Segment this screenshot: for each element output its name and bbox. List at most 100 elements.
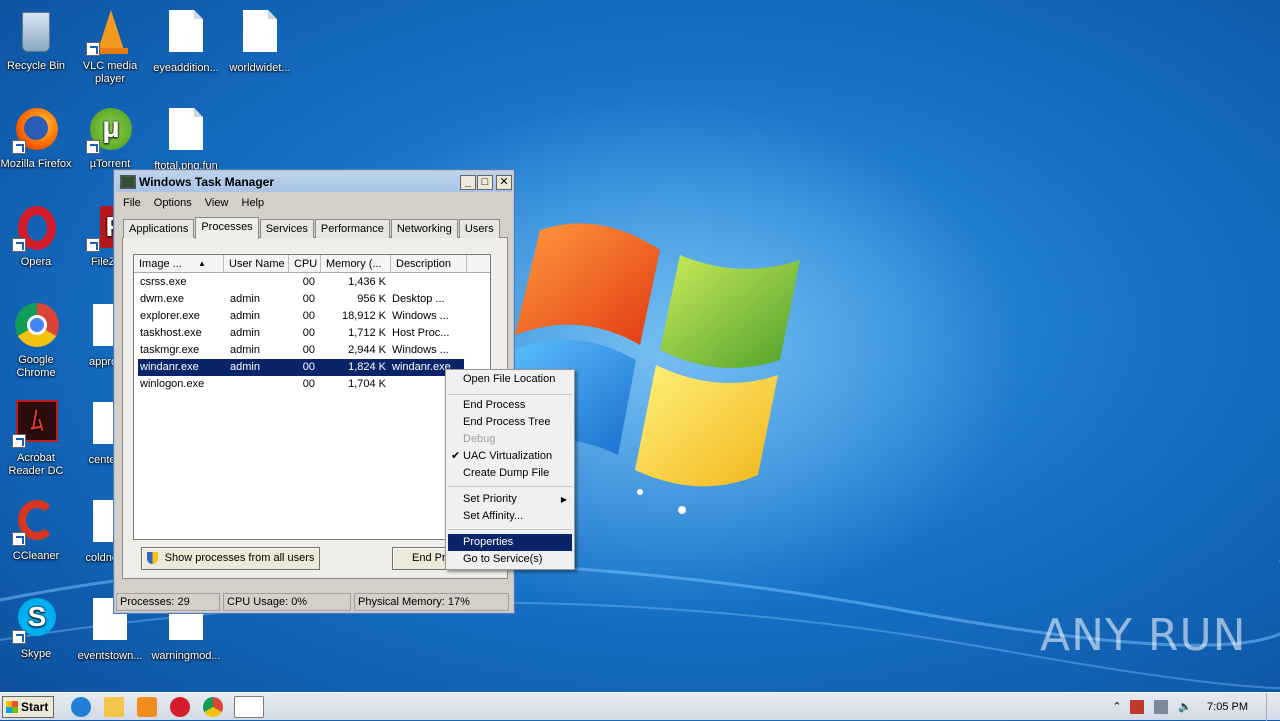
chrome-icon xyxy=(12,302,60,350)
column-user-name[interactable]: User Name xyxy=(224,255,289,273)
recycle-bin-icon xyxy=(12,8,60,56)
clock[interactable]: 7:05 PM xyxy=(1207,693,1248,721)
cell-mem: 1,824 K xyxy=(348,361,386,373)
file-icon xyxy=(236,10,284,58)
maximize-button[interactable]: □ xyxy=(477,175,493,190)
menu-properties[interactable]: Properties xyxy=(448,534,572,551)
cell-desc: Windows ... xyxy=(392,310,449,322)
desktop-icon-firefox[interactable]: Mozilla Firefox xyxy=(0,106,74,171)
cell-cpu: 00 xyxy=(302,361,315,373)
cell-cpu: 00 xyxy=(302,276,315,288)
desktop-icon-skype[interactable]: S Skype xyxy=(0,596,74,661)
table-row[interactable]: csrss.exe 00 1,436 K xyxy=(138,274,464,291)
menu-separator xyxy=(448,486,572,487)
desktop-icon-acrobat[interactable]: ﾑ Acrobat Reader DC xyxy=(0,400,74,478)
cell-image: winlogon.exe xyxy=(140,378,205,390)
cell-image: dwm.exe xyxy=(140,293,185,305)
table-row[interactable]: dwm.exe admin 00 956 K Desktop ... xyxy=(138,291,464,308)
table-row[interactable]: explorer.exe admin 00 18,912 K Windows ... xyxy=(138,308,464,325)
opera-icon xyxy=(12,204,60,252)
menu-set-priority[interactable]: Set Priority ▶ xyxy=(448,491,572,508)
table-row[interactable]: taskhost.exe admin 00 1,712 K Host Proc... xyxy=(138,325,464,342)
menu-uac-virtualization[interactable]: ✔ UAC Virtualization xyxy=(448,448,572,465)
uac-shield-icon xyxy=(146,552,158,565)
desktop-icon-vlc[interactable]: VLC media player xyxy=(72,8,148,86)
column-memory[interactable]: Memory (... xyxy=(321,255,391,273)
desktop-icon-utorrent[interactable]: µ µTorrent xyxy=(72,106,148,171)
status-bar: Processes: 29 CPU Usage: 0% Physical Mem… xyxy=(116,593,512,611)
volume-icon[interactable]: 🔈 xyxy=(1178,700,1192,714)
tab-applications[interactable]: Applications xyxy=(123,219,195,238)
desktop-icon-ftotal[interactable]: ftotal.png.fun xyxy=(148,106,224,173)
utorrent-icon: µ xyxy=(86,106,134,154)
cell-mem: 1,712 K xyxy=(348,327,386,339)
menu-file[interactable]: File xyxy=(118,194,146,212)
column-cpu[interactable]: CPU xyxy=(289,255,321,273)
action-center-flag-icon[interactable] xyxy=(1130,700,1144,714)
status-physical-memory: Physical Memory: 17% xyxy=(354,593,509,611)
show-desktop-button[interactable] xyxy=(1266,693,1280,721)
anyrun-watermark: ANY RUN xyxy=(1040,610,1247,661)
column-description[interactable]: Description xyxy=(391,255,467,273)
cell-user: admin xyxy=(230,361,260,373)
menu-end-process-tree[interactable]: End Process Tree xyxy=(448,414,572,431)
menu-create-dump-file[interactable]: Create Dump File xyxy=(448,465,572,482)
window-title: Windows Task Manager xyxy=(139,175,275,189)
menu-open-file-location[interactable]: Open File Location xyxy=(448,371,572,388)
desktop-icon-opera[interactable]: Opera xyxy=(0,204,74,269)
opera-taskbar-icon[interactable] xyxy=(170,697,190,717)
tab-services[interactable]: Services xyxy=(259,219,314,238)
minimize-button[interactable]: _ xyxy=(460,175,476,190)
cell-cpu: 00 xyxy=(302,344,315,356)
menu-debug: Debug xyxy=(463,433,496,445)
taskbar: Start ⌃ 🔈 7:05 PM xyxy=(0,692,1280,721)
network-icon[interactable] xyxy=(1154,700,1168,714)
tab-performance[interactable]: Performance xyxy=(314,219,390,238)
menu-help[interactable]: Help xyxy=(237,194,270,212)
media-player-icon[interactable] xyxy=(137,697,157,717)
desktop-icon-worldwidet[interactable]: worldwidet... xyxy=(222,8,298,75)
cell-cpu: 00 xyxy=(302,327,315,339)
cell-image: csrss.exe xyxy=(140,276,187,288)
desktop-icon-eyeaddition[interactable]: eyeaddition... xyxy=(148,8,224,75)
menu-options[interactable]: Options xyxy=(149,194,197,212)
tab-strip: Applications Processes Services Performa… xyxy=(123,217,501,239)
column-image-name[interactable]: Image ... ▲ xyxy=(134,255,224,273)
cell-user: admin xyxy=(230,310,260,322)
tab-networking[interactable]: Networking xyxy=(390,219,458,238)
cell-mem: 18,912 K xyxy=(341,310,386,322)
start-button[interactable]: Start xyxy=(2,696,54,718)
explorer-folder-icon[interactable] xyxy=(104,697,124,717)
title-bar[interactable]: Windows Task Manager _ □ ✕ xyxy=(116,172,512,192)
task-manager-taskbar-icon[interactable] xyxy=(234,696,264,718)
desktop-icon-chrome[interactable]: Google Chrome xyxy=(0,302,74,380)
cell-image: windanr.exe xyxy=(140,361,199,373)
menu-view[interactable]: View xyxy=(200,194,234,212)
process-list[interactable]: Image ... ▲ User Name CPU Memory (... De… xyxy=(133,254,491,540)
internet-explorer-icon[interactable] xyxy=(71,697,91,717)
table-row[interactable]: winlogon.exe 00 1,704 K xyxy=(138,376,464,393)
desktop-icon-recycle-bin[interactable]: Recycle Bin xyxy=(0,8,74,73)
menu-bar: File Options View Help xyxy=(118,194,269,212)
show-all-users-button[interactable]: Show processes from all users xyxy=(141,547,320,570)
show-hidden-icons-icon[interactable]: ⌃ xyxy=(1110,700,1124,714)
close-button[interactable]: ✕ xyxy=(496,175,512,190)
file-icon xyxy=(162,10,210,58)
desktop-icon-ccleaner[interactable]: CCleaner xyxy=(0,498,74,563)
menu-end-process[interactable]: End Process xyxy=(448,397,572,414)
cell-image: taskhost.exe xyxy=(140,327,202,339)
menu-set-affinity[interactable]: Set Affinity... xyxy=(448,508,572,525)
cell-cpu: 00 xyxy=(302,293,315,305)
menu-go-to-services[interactable]: Go to Service(s) xyxy=(448,551,572,568)
vlc-cone-icon xyxy=(86,8,134,56)
windows-logo-icon xyxy=(6,701,18,713)
cell-user: admin xyxy=(230,327,260,339)
table-row[interactable]: windanr.exe admin 00 1,824 Kwindanr.exe xyxy=(138,359,464,376)
task-manager-icon xyxy=(120,175,136,189)
chrome-taskbar-icon[interactable] xyxy=(203,697,223,717)
table-row[interactable]: taskmgr.exe admin 00 2,944 K Windows ... xyxy=(138,342,464,359)
firefox-icon xyxy=(12,106,60,154)
checkmark-icon: ✔ xyxy=(451,450,461,462)
tab-processes[interactable]: Processes xyxy=(195,217,259,239)
tab-users[interactable]: Users xyxy=(458,219,500,238)
